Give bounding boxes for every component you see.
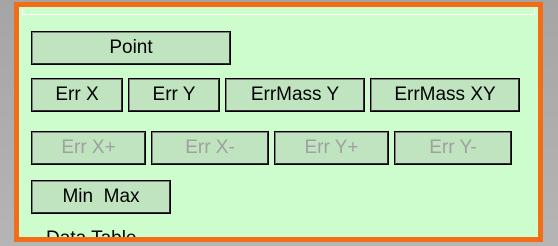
error-buttons-row: Err X Err Y ErrMass Y ErrMass XY bbox=[31, 78, 520, 112]
err-x-plus-button[interactable]: Err X+ bbox=[31, 131, 146, 165]
point-row: Point bbox=[31, 31, 231, 65]
min-max-button[interactable]: Min Max bbox=[31, 180, 171, 214]
err-x-minus-button[interactable]: Err X- bbox=[151, 131, 269, 165]
data-table-label: Data Table bbox=[46, 228, 137, 242]
errmass-y-button[interactable]: ErrMass Y bbox=[225, 78, 365, 112]
min-max-row: Min Max bbox=[31, 180, 171, 214]
err-y-plus-button[interactable]: Err Y+ bbox=[274, 131, 389, 165]
err-y-minus-button[interactable]: Err Y- bbox=[394, 131, 512, 165]
panel-top-divider bbox=[22, 9, 535, 15]
asymmetric-error-buttons-row: Err X+ Err X- Err Y+ Err Y- bbox=[31, 131, 512, 165]
errmass-xy-button[interactable]: ErrMass XY bbox=[370, 78, 520, 112]
err-x-button[interactable]: Err X bbox=[31, 78, 123, 112]
plot-type-panel: Point Err X Err Y ErrMass Y ErrMass XY E… bbox=[14, 2, 543, 242]
point-button[interactable]: Point bbox=[31, 31, 231, 65]
err-y-button[interactable]: Err Y bbox=[128, 78, 220, 112]
